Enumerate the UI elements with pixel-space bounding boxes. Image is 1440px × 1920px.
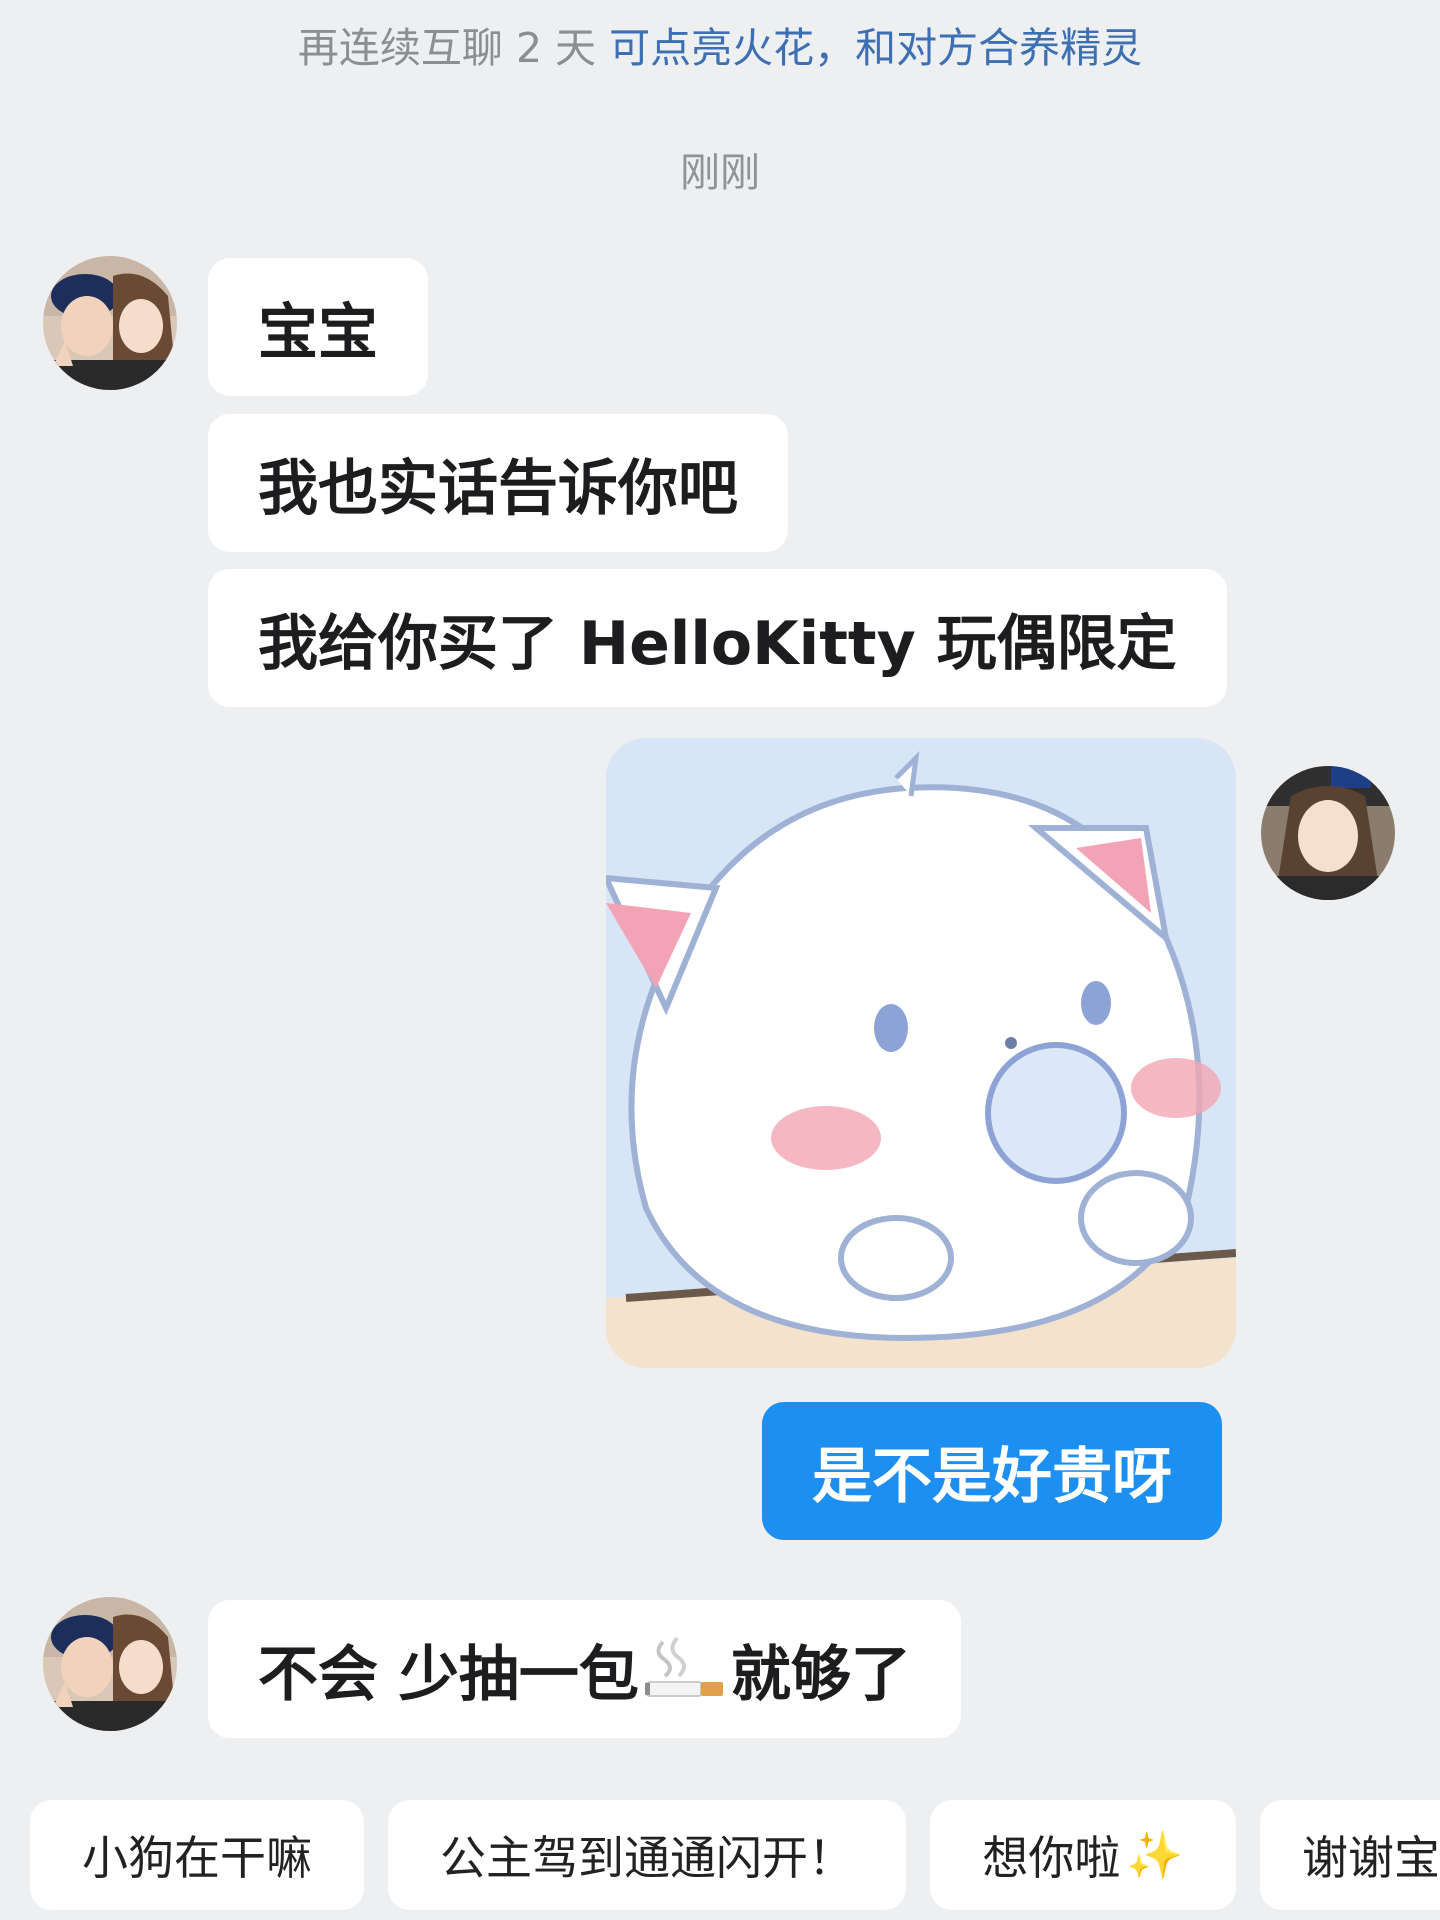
quick-reply-bar: 小狗在干嘛 公主驾到通通闪开！ 想你啦 ✨ 谢谢宝 xyxy=(0,1800,1440,1912)
friend-avatar[interactable] xyxy=(43,256,177,390)
cute-cat-sticker[interactable] xyxy=(606,738,1236,1368)
message-bubble-friend[interactable]: 我也实话告诉你吧 xyxy=(208,414,788,552)
message-bubble-friend[interactable]: 宝宝 xyxy=(208,258,428,396)
quick-reply-label: 想你啦 xyxy=(982,1831,1121,1885)
streak-notice-highlight[interactable]: 可点亮火花，和对方合养精灵 xyxy=(609,24,1142,72)
streak-notice: 再连续互聊 2 天 可点亮火花，和对方合养精灵 xyxy=(0,14,1440,74)
sparkles-icon: ✨ xyxy=(1126,1827,1184,1882)
message-bubble-friend[interactable]: 不会 少抽一包 就够了 xyxy=(208,1600,961,1738)
my-avatar[interactable] xyxy=(1261,766,1395,900)
quick-reply-label: 公主驾到通通闪开！ xyxy=(440,1831,854,1885)
quick-reply-label: 谢谢宝 xyxy=(1302,1831,1440,1885)
friend-avatar[interactable] xyxy=(43,1597,177,1731)
quick-reply-chip[interactable]: 想你啦 ✨ xyxy=(930,1800,1236,1910)
message-text-before: 不会 少抽一包 xyxy=(258,1639,639,1710)
quick-reply-chip[interactable]: 公主驾到通通闪开！ xyxy=(388,1800,906,1910)
quick-reply-chip[interactable]: 谢谢宝 xyxy=(1260,1800,1440,1910)
quick-reply-chip[interactable]: 小狗在干嘛 xyxy=(30,1800,364,1910)
quick-reply-label: 小狗在干嘛 xyxy=(82,1831,312,1885)
cigarette-emoji-icon xyxy=(643,1634,727,1704)
streak-notice-prefix: 再连续互聊 2 天 xyxy=(297,24,610,72)
message-bubble-me[interactable]: 是不是好贵呀 xyxy=(762,1402,1222,1540)
message-timestamp: 刚刚 xyxy=(680,150,760,196)
message-text-after: 就够了 xyxy=(730,1639,911,1710)
message-bubble-friend[interactable]: 我给你买了 HelloKitty 玩偶限定 xyxy=(208,569,1227,707)
